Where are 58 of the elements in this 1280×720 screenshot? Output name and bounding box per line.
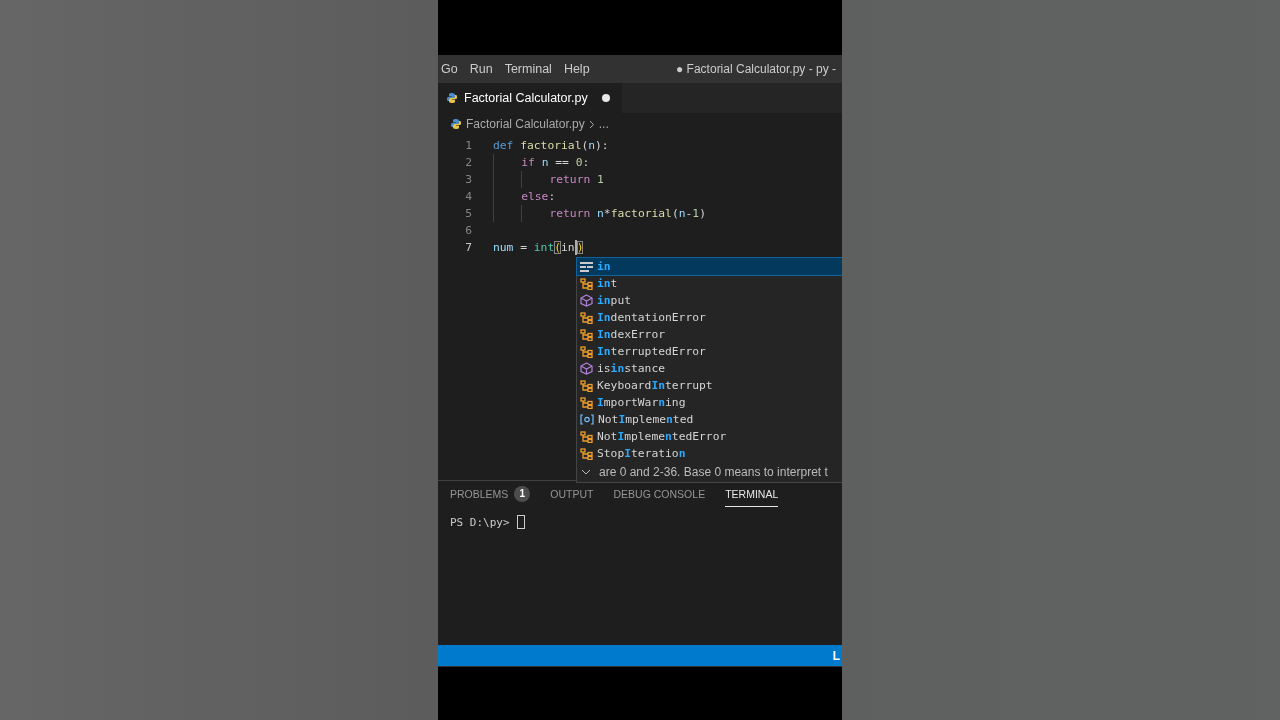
line-number: 3 (464, 173, 472, 186)
suggestion-item[interactable]: IndexError (577, 326, 842, 343)
terminal-prompt: PS D:\py> (450, 515, 510, 529)
panel-tab[interactable]: PROBLEMS 1 (450, 481, 531, 507)
code-line: return n*factorial(n-1) (493, 205, 706, 222)
code-line: else: (493, 188, 556, 205)
panel-tab[interactable]: TERMINAL (725, 481, 779, 507)
code-line: if n == 0: (493, 154, 590, 171)
class-icon (580, 447, 593, 460)
suggestion-item[interactable]: StopIteration (577, 445, 842, 462)
breadcrumb-item[interactable]: ... (598, 117, 609, 131)
cube-icon (580, 294, 593, 307)
python-icon (450, 118, 462, 130)
suggestion-item[interactable]: NotImplementedError (577, 428, 842, 445)
class-icon (580, 396, 593, 409)
window-title: ● Factorial Calculator.py - py - (676, 62, 836, 76)
keyword-icon (580, 261, 593, 272)
suggestion-item[interactable]: isinstance (577, 360, 842, 377)
suggestion-item[interactable]: input (577, 292, 842, 309)
panel-tab[interactable]: OUTPUT (550, 481, 594, 507)
line-number: 7 (464, 241, 472, 254)
editor-tab[interactable]: Factorial Calculator.py (438, 83, 622, 113)
code-line: num = int(in ) (493, 239, 584, 256)
suggestion-item[interactable]: int (577, 275, 842, 292)
breadcrumb-item[interactable]: Factorial Calculator.py (466, 117, 585, 131)
menu-item[interactable]: Help (563, 62, 596, 76)
line-number: 5 (464, 207, 472, 220)
chevron-down-icon (581, 469, 591, 475)
line-number: 1 (464, 139, 472, 152)
panel-tab[interactable]: DEBUG CONSOLE (613, 481, 706, 507)
class-icon (580, 345, 593, 358)
line-number: 2 (464, 156, 472, 169)
class-icon (580, 328, 593, 341)
suggestion-item[interactable]: IndentationError (577, 309, 842, 326)
class-icon (580, 430, 593, 443)
code-line: return 1 (493, 171, 604, 188)
suggestion-item[interactable]: NotImplemented (577, 411, 842, 428)
suggestion-item[interactable]: InterruptedError (577, 343, 842, 360)
code-line: def factorial(n): (493, 138, 609, 154)
class-icon (580, 277, 593, 290)
terminal-cursor (516, 515, 525, 529)
menu-item[interactable]: Terminal (504, 62, 558, 76)
status-text: L (832, 648, 840, 663)
cube-icon (580, 362, 593, 375)
suggestion-item[interactable]: KeyboardInterrupt (577, 377, 842, 394)
variable-icon (580, 414, 594, 425)
menu-item[interactable]: Run (469, 62, 499, 76)
suggestion-item[interactable]: in (577, 258, 842, 275)
menu-item[interactable]: Go (441, 62, 464, 76)
class-icon (580, 311, 593, 324)
documentation-text: are 0 and 2-36. Base 0 means to interpret t (599, 465, 828, 479)
chevron-icon (588, 119, 595, 129)
python-icon (446, 92, 458, 104)
line-number: 4 (464, 190, 472, 203)
class-icon (580, 379, 593, 392)
count-badge: 1 (514, 485, 531, 502)
suggestion-item[interactable]: ImportWarning (577, 394, 842, 411)
line-number: 6 (464, 224, 472, 237)
